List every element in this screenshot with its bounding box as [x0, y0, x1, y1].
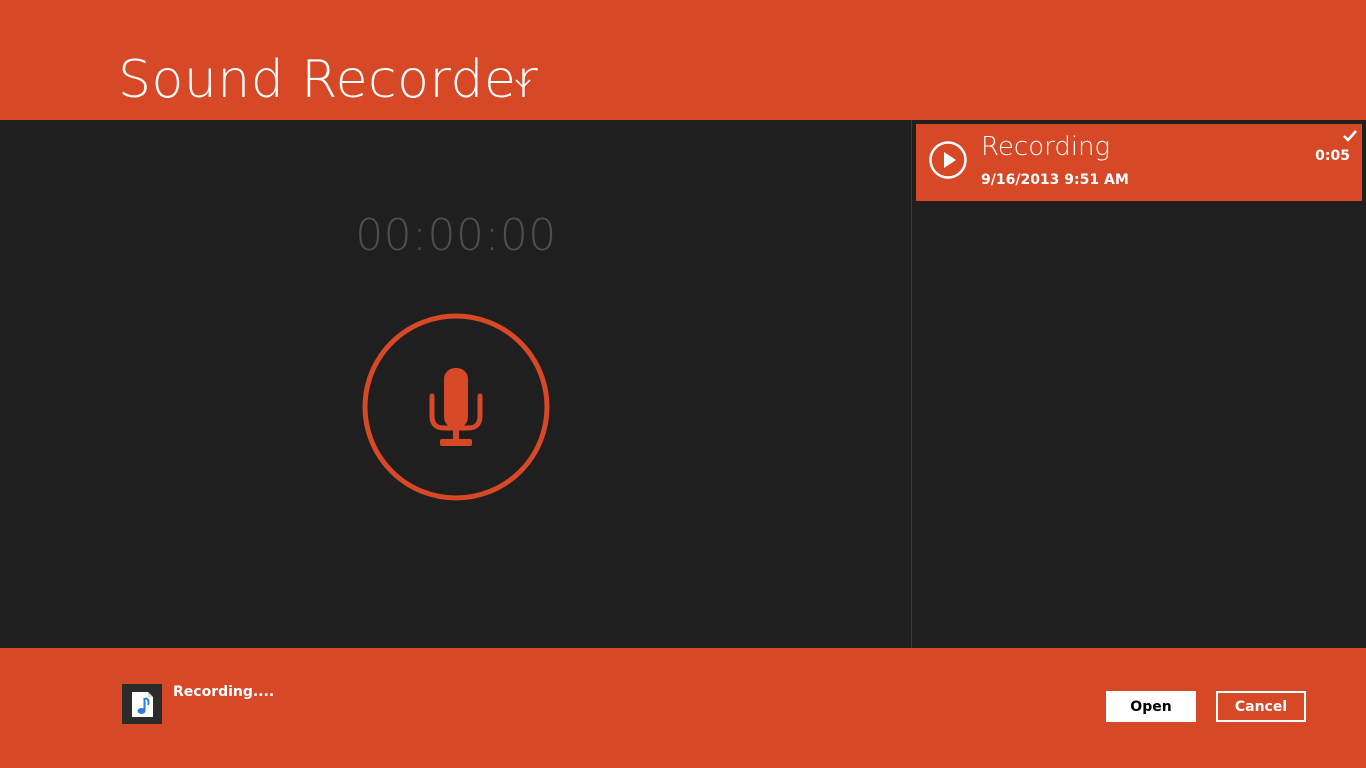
status-text: Recording....	[173, 684, 275, 700]
recording-name: Recording	[981, 132, 1111, 162]
audio-file-icon	[122, 684, 162, 724]
app-title: Sound Recorder	[118, 50, 539, 110]
record-button[interactable]	[362, 313, 550, 501]
recorder-pane: 00:00:00	[0, 120, 911, 648]
app-header: Sound Recorder	[0, 0, 1366, 120]
timer-display: 00:00:00	[355, 210, 557, 261]
recording-date: 9/16/2013 9:51 AM	[981, 172, 1129, 188]
cancel-button[interactable]: Cancel	[1216, 691, 1306, 722]
chevron-down-icon[interactable]	[512, 76, 534, 90]
recording-duration: 0:05	[1315, 148, 1350, 164]
microphone-icon	[429, 368, 483, 446]
check-icon	[1343, 130, 1357, 142]
file-picker-bar: Recording.... Open Cancel	[0, 648, 1366, 768]
recording-list-item[interactable]: Recording 9/16/2013 9:51 AM 0:05	[916, 124, 1362, 201]
open-button[interactable]: Open	[1106, 691, 1196, 722]
play-icon[interactable]	[928, 140, 968, 180]
recordings-list: Recording 9/16/2013 9:51 AM 0:05	[912, 120, 1366, 648]
